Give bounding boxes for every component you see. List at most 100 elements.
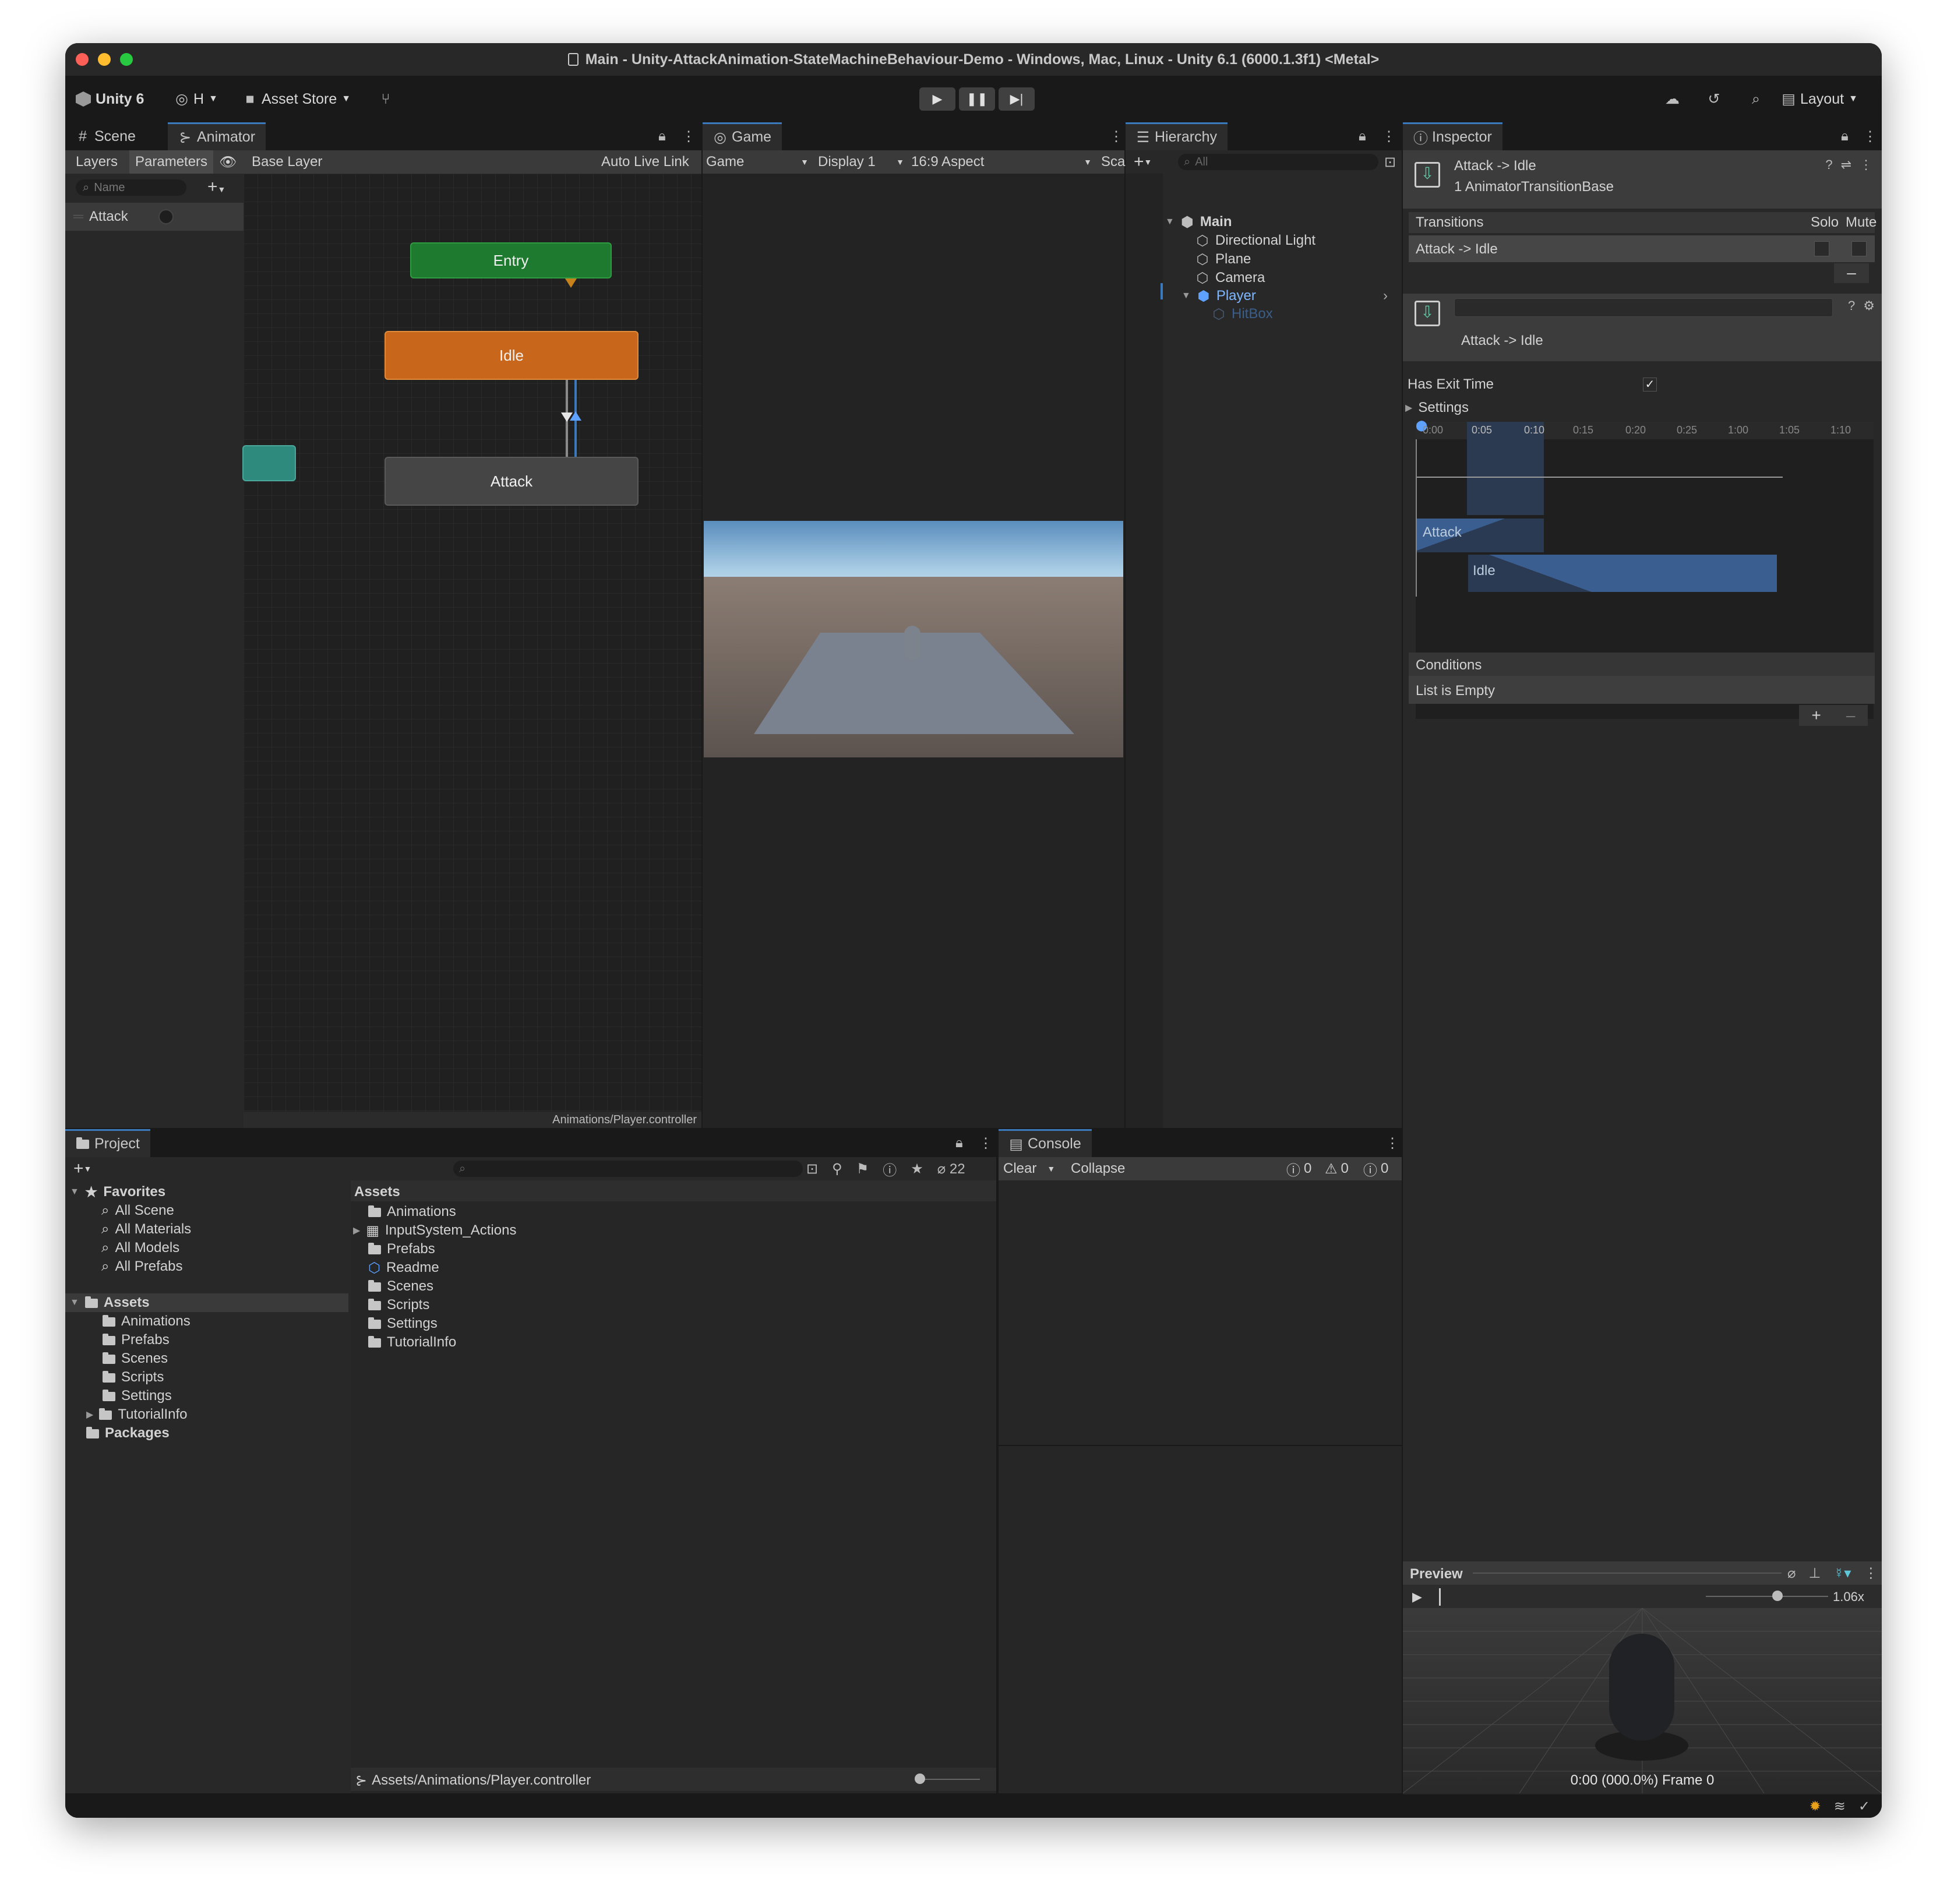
add-condition-button[interactable]: + <box>1812 706 1821 725</box>
step-button[interactable]: ▶| <box>999 87 1035 111</box>
chevron-right-icon[interactable]: › <box>1383 288 1388 304</box>
tab-game[interactable]: ◎ Game <box>703 122 782 150</box>
attack-clip-bar[interactable]: Attack <box>1417 519 1544 552</box>
console-log-list[interactable] <box>999 1180 1402 1445</box>
favorite-item[interactable]: ⌕ All Materials <box>101 1220 191 1239</box>
clear-dropdown[interactable]: Clear ▼ <box>1003 1157 1055 1180</box>
asset-folder-item[interactable]: ▶ TutorialInfo <box>86 1405 187 1424</box>
gear-icon[interactable]: ⚙ <box>1863 298 1875 313</box>
aspect-dropdown[interactable]: 16:9 Aspect ▼ <box>911 150 1092 174</box>
icon-size-slider-track[interactable] <box>922 1779 980 1780</box>
tab-scene[interactable]: # Scene <box>65 122 146 150</box>
assets-foldout[interactable]: ▼ Assets <box>65 1293 348 1312</box>
search-by-label-icon[interactable]: ⚲ <box>832 1161 842 1177</box>
error-count-toggle[interactable]: ⓘ 0 <box>1363 1157 1388 1180</box>
more-options-icon[interactable]: ⋮ <box>1864 1565 1878 1582</box>
content-item[interactable]: ▶ ▦ InputSystem_Actions <box>353 1221 516 1240</box>
hierarchy-item-plane[interactable]: ⬡ Plane <box>1195 251 1251 268</box>
state-idle[interactable]: Idle <box>385 331 639 380</box>
version-control-button[interactable]: ⑂ <box>379 87 393 111</box>
create-asset-button[interactable]: + ▼ <box>73 1157 91 1180</box>
trigger-toggle[interactable] <box>158 209 174 224</box>
parameters-tab[interactable]: Parameters <box>129 150 214 174</box>
content-item[interactable]: ⬡ Readme <box>368 1258 439 1277</box>
layers-tab[interactable]: Layers <box>76 150 118 174</box>
tab-console[interactable]: ▤ Console <box>999 1129 1092 1157</box>
tag-icon[interactable]: ⚑ <box>856 1161 869 1177</box>
avatar-icon[interactable]: ☿▾ <box>1833 1565 1851 1582</box>
auto-live-link-button[interactable]: Auto Live Link <box>601 150 689 174</box>
create-button[interactable]: + ▼ <box>1134 150 1152 174</box>
cloud-button[interactable]: ☁ <box>1665 87 1680 111</box>
content-item[interactable]: Settings <box>368 1314 438 1333</box>
content-item[interactable]: Prefabs <box>368 1240 435 1258</box>
parameter-row[interactable]: ═ Attack <box>65 203 244 231</box>
speed-slider-track[interactable] <box>1706 1596 1828 1597</box>
hierarchy-item-player[interactable]: ▼ ⬢ Player <box>1181 287 1256 305</box>
drag-handle-icon[interactable]: ═ <box>73 209 83 225</box>
packages-item[interactable]: Packages <box>86 1424 170 1443</box>
lock-icon[interactable]: 🔒︎ <box>1359 128 1366 144</box>
content-item[interactable]: TutorialInfo <box>368 1333 456 1352</box>
hierarchy-item-directional-light[interactable]: ⬡ Directional Light <box>1195 232 1316 249</box>
warning-count-toggle[interactable]: ⚠ 0 <box>1325 1157 1349 1180</box>
search-button[interactable]: ⌕ <box>1749 87 1763 111</box>
lock-icon[interactable]: 🔒︎ <box>658 128 666 144</box>
warning-filter-icon[interactable]: ⓘ <box>883 1159 897 1179</box>
minimize-window-button[interactable] <box>98 53 111 66</box>
idle-clip-bar[interactable]: Idle <box>1468 555 1777 592</box>
lock-icon[interactable]: 🔒︎ <box>1841 128 1849 144</box>
pause-button[interactable]: ❚❚ <box>959 87 995 111</box>
mute-checkbox[interactable] <box>1851 241 1867 256</box>
scale-slider-label[interactable]: Sca <box>1101 150 1125 174</box>
expand-arrow-icon[interactable]: ▼ <box>1181 291 1191 301</box>
breadcrumb-base-layer[interactable]: Base Layer <box>252 150 322 174</box>
game-mode-dropdown[interactable]: Game ▼ <box>706 150 809 174</box>
check-icon[interactable]: ✓ <box>1858 1798 1870 1815</box>
has-exit-time-checkbox[interactable]: ✓ <box>1643 378 1657 392</box>
lighting-build-icon[interactable]: ✹ <box>1810 1798 1821 1815</box>
expand-arrow-icon[interactable]: ▼ <box>1165 217 1174 227</box>
asset-folder-item[interactable]: Settings <box>103 1387 172 1405</box>
layout-dropdown[interactable]: ▤ Layout ▼ <box>1782 87 1858 111</box>
lock-icon[interactable]: 🔒︎ <box>955 1135 963 1151</box>
more-options-icon[interactable]: ⋮ <box>682 128 696 145</box>
visibility-off-icon[interactable]: ⌀ <box>1787 1565 1796 1582</box>
hierarchy-item-main[interactable]: ▼ ⬢ Main <box>1165 213 1232 231</box>
tab-project[interactable]: Project <box>65 1129 150 1157</box>
hierarchy-search-input[interactable]: ⌕ All <box>1178 154 1378 170</box>
preview-viewport[interactable]: 0:00 (000.0%) Frame 0 <box>1403 1608 1882 1793</box>
solo-checkbox[interactable] <box>1814 241 1829 256</box>
icon-size-slider-thumb[interactable] <box>915 1773 925 1784</box>
help-icon[interactable]: ? <box>1825 157 1832 172</box>
hidden-packages-toggle[interactable]: ⌀ 22 <box>937 1161 965 1177</box>
star-icon[interactable]: ★ <box>911 1161 923 1177</box>
tab-animator[interactable]: ⊱ Animator <box>168 122 266 150</box>
state-any-state[interactable] <box>242 445 296 481</box>
state-attack[interactable]: Attack <box>385 457 639 506</box>
remove-transition-button[interactable]: – <box>1834 263 1869 283</box>
remove-condition-button[interactable]: – <box>1846 706 1856 725</box>
help-icon[interactable]: ? <box>1848 298 1855 313</box>
asset-folder-item[interactable]: Scripts <box>103 1368 164 1387</box>
transition-row[interactable]: Attack -> Idle <box>1409 235 1875 262</box>
asset-store-dropdown[interactable]: ■ Asset Store ▼ <box>243 87 351 111</box>
more-options-icon[interactable]: ⋮ <box>1109 128 1123 145</box>
add-parameter-button[interactable]: +▼ <box>207 177 225 197</box>
hierarchy-item-hitbox[interactable]: ⬡ HitBox <box>1212 305 1273 323</box>
settings-foldout[interactable]: ▶ Settings <box>1405 397 1469 418</box>
eye-icon[interactable]: 👁︎ <box>219 150 237 174</box>
content-item[interactable]: Animations <box>368 1203 456 1221</box>
display-dropdown[interactable]: Display 1 ▼ <box>818 150 904 174</box>
content-item[interactable]: Scenes <box>368 1277 433 1296</box>
state-graph-canvas[interactable]: Entry Idle Attack <box>242 174 701 1112</box>
undo-history-button[interactable]: ↺ <box>1707 87 1721 111</box>
more-options-icon[interactable]: ⋮ <box>1385 1135 1399 1152</box>
state-entry[interactable]: Entry <box>410 242 612 278</box>
content-item[interactable]: Scripts <box>368 1296 429 1314</box>
favorites-foldout[interactable]: ▼ ★ Favorites <box>70 1183 165 1201</box>
hierarchy-item-camera[interactable]: ⬡ Camera <box>1195 269 1265 287</box>
game-view[interactable] <box>704 521 1123 757</box>
parameter-search-input[interactable]: ⌕ Name <box>76 179 186 196</box>
play-button[interactable]: ▶ <box>919 87 955 111</box>
